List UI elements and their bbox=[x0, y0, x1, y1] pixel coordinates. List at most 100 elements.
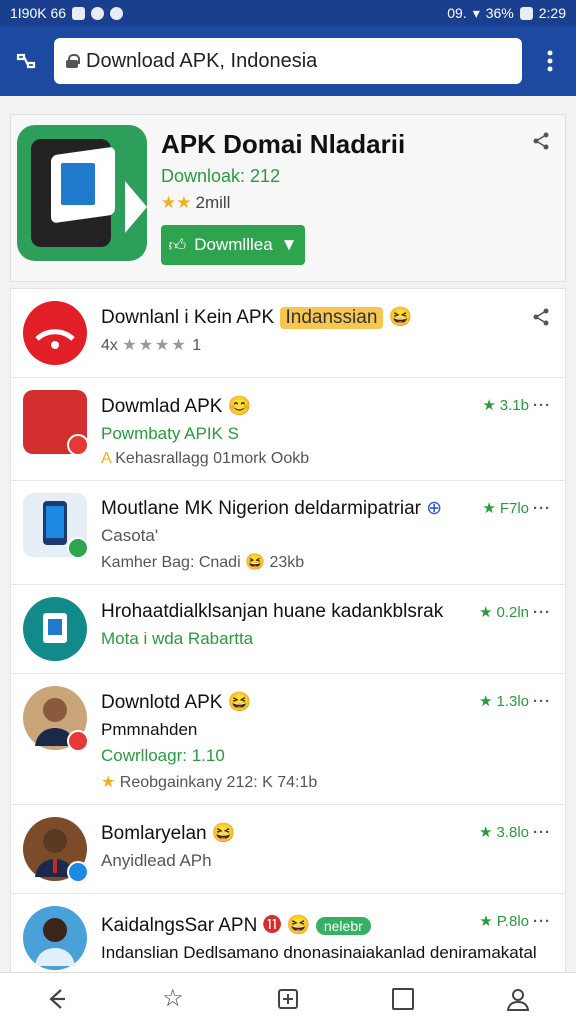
star-icon: ★ bbox=[479, 604, 493, 621]
app-icon bbox=[91, 6, 105, 20]
language-badge: Indanssian bbox=[279, 307, 384, 329]
star-icon: ★★ bbox=[161, 193, 192, 212]
more-icon[interactable]: ··· bbox=[533, 913, 551, 930]
bottom-navigation: ☆ bbox=[0, 972, 576, 1024]
user-avatar bbox=[23, 686, 89, 752]
list-item-meta-prefix: 4x bbox=[101, 337, 118, 354]
star-outline-icon[interactable]: ☆ bbox=[157, 983, 189, 1015]
app-avatar bbox=[23, 301, 87, 365]
share-icon[interactable] bbox=[531, 307, 551, 327]
battery-text: 36% bbox=[485, 5, 514, 21]
badge-icon bbox=[67, 730, 89, 752]
notification-icon bbox=[72, 6, 86, 20]
list-item[interactable]: KaidalngsSar APN ⓫ 😆 nelebr Indanslian D… bbox=[11, 894, 565, 972]
clock-icon bbox=[110, 6, 124, 20]
list-item-subtitle: Mota i wda Rabartta bbox=[101, 629, 254, 648]
status-left-text: 1I90K 66 bbox=[10, 5, 67, 21]
list-item-meta: 1 bbox=[192, 337, 202, 354]
emoji-icon: 😆 bbox=[227, 692, 252, 713]
emoji-icon: 😆 bbox=[388, 307, 413, 328]
list-item-meta: Reobgainkany 212: K 74:1b bbox=[119, 774, 318, 791]
bookmark-icon: A bbox=[101, 450, 111, 467]
user-avatar bbox=[23, 817, 89, 883]
list-item-rating: 1.3lo bbox=[496, 692, 529, 710]
list-item-subtitle: Indanslian Dedlsamano dnonasinaiakanlad … bbox=[101, 943, 537, 962]
back-icon[interactable] bbox=[42, 983, 74, 1015]
star-icon: ★ bbox=[482, 500, 496, 517]
list-item-rating: 3.1b bbox=[499, 396, 529, 414]
browser-toolbar: Download APK, Indonesia bbox=[0, 26, 576, 96]
user-avatar bbox=[23, 906, 87, 970]
signal-text: 09. bbox=[447, 5, 467, 21]
app-avatar bbox=[23, 390, 89, 456]
app-list: Downlanl i Kein APK Indanssian 😆 4x ★★★★… bbox=[10, 288, 566, 972]
list-item-title: Downlanl i Kein APK bbox=[101, 307, 275, 328]
lock-icon bbox=[66, 54, 80, 68]
list-item[interactable]: Hrohaatdialklsanjan huane kadankblsrak M… bbox=[11, 585, 565, 674]
chat-badge-icon bbox=[67, 537, 89, 559]
star-icon: ★ bbox=[479, 913, 493, 930]
list-item-title: Dowmlad APK bbox=[101, 396, 223, 417]
star-icon: ★ bbox=[479, 824, 493, 841]
more-icon[interactable]: ··· bbox=[533, 693, 551, 710]
tabs-icon[interactable] bbox=[12, 47, 40, 75]
plus-icon: ⊕ bbox=[426, 498, 443, 519]
new-tab-icon[interactable] bbox=[272, 983, 304, 1015]
list-item-subtitle: Casota' bbox=[101, 526, 159, 545]
time-text: 2:29 bbox=[538, 5, 566, 21]
share-icon[interactable] bbox=[531, 131, 551, 151]
page-content: APK Domai Nladarii Downloak: 212 ★★ 2mill… bbox=[10, 114, 566, 972]
featured-app-meta: 2mill bbox=[195, 193, 231, 212]
status-badge: nelebr bbox=[315, 917, 371, 935]
list-item-title: KaidalngsSar APN bbox=[101, 915, 258, 936]
badge-icon: ⓫ bbox=[262, 915, 282, 936]
list-item[interactable]: Downlotd APK 😆 Pmmnahden Cowrlloagr: 1.1… bbox=[11, 674, 565, 805]
list-item[interactable]: Dowmlad APK 😊 Powmbaty APIK S A Kehasral… bbox=[11, 378, 565, 481]
featured-app-icon bbox=[17, 125, 147, 261]
chat-badge-icon bbox=[67, 861, 89, 883]
featured-app-title: APK Domai Nladarii bbox=[161, 129, 406, 159]
more-icon[interactable]: ··· bbox=[533, 397, 551, 414]
list-item-title: Bomlaryelan bbox=[101, 823, 207, 844]
more-icon[interactable]: ··· bbox=[533, 824, 551, 841]
list-item-downloads: Cowrlloagr: 1.10 bbox=[101, 746, 225, 765]
app-avatar bbox=[23, 493, 89, 559]
download-button[interactable]: 👍︎ Dowmlllea ▼ bbox=[161, 225, 305, 265]
list-item-meta: Kehasrallagg 01mork Ookb bbox=[115, 450, 310, 467]
star-icon: ★ bbox=[101, 774, 116, 791]
list-item-rating: F7lo bbox=[499, 499, 529, 517]
rating-stars-icon: ★★★★ bbox=[122, 337, 188, 354]
list-item-title: Moutlane MK Nigerion deldarmipatriar bbox=[101, 498, 421, 519]
list-item-rating: P.8lo bbox=[496, 912, 529, 930]
badge-icon bbox=[67, 434, 89, 456]
list-item-subtitle: Pmmnahden bbox=[101, 720, 198, 739]
more-icon[interactable]: ··· bbox=[533, 500, 551, 517]
chevron-down-icon: ▼ bbox=[280, 235, 298, 254]
featured-app-card[interactable]: APK Domai Nladarii Downloak: 212 ★★ 2mill… bbox=[10, 114, 566, 282]
app-avatar bbox=[23, 597, 87, 661]
download-button-label: Dowmlllea bbox=[194, 235, 273, 254]
list-item-rating: 3.8lo bbox=[496, 823, 529, 841]
battery-icon bbox=[519, 6, 533, 20]
url-text: Download APK, Indonesia bbox=[86, 49, 318, 72]
more-menu-icon[interactable] bbox=[536, 47, 564, 75]
emoji-icon: 😆 bbox=[211, 823, 236, 844]
star-icon: ★ bbox=[479, 693, 493, 710]
list-item[interactable]: Moutlane MK Nigerion deldarmipatriar ⊕ C… bbox=[11, 481, 565, 585]
url-bar[interactable]: Download APK, Indonesia bbox=[54, 38, 522, 84]
list-item[interactable]: Downlanl i Kein APK Indanssian 😆 4x ★★★★… bbox=[11, 289, 565, 378]
list-item-subtitle: Powmbaty APIK S bbox=[101, 424, 239, 443]
status-bar: 1I90K 66 09. ▾ 36% 2:29 bbox=[0, 0, 576, 26]
more-icon[interactable]: ··· bbox=[533, 604, 551, 621]
wifi-icon: ▾ bbox=[472, 4, 480, 21]
list-item-title: Downlotd APK bbox=[101, 692, 223, 713]
star-icon: ★ bbox=[482, 397, 496, 414]
thumbs-up-icon: 👍︎ bbox=[168, 235, 187, 255]
profile-icon[interactable] bbox=[502, 983, 534, 1015]
list-item-rating: 0.2ln bbox=[496, 603, 529, 621]
list-item-meta: Kamher Bag: Cnadi 😆 23kb bbox=[101, 554, 305, 571]
list-item[interactable]: Bomlaryelan 😆 Anyidlead APh ★ 3.8lo ··· bbox=[11, 805, 565, 894]
tabs-square-icon[interactable] bbox=[387, 983, 419, 1015]
featured-app-downloads: Downloak: 212 bbox=[161, 166, 281, 186]
emoji-icon: 😊 bbox=[227, 396, 252, 417]
